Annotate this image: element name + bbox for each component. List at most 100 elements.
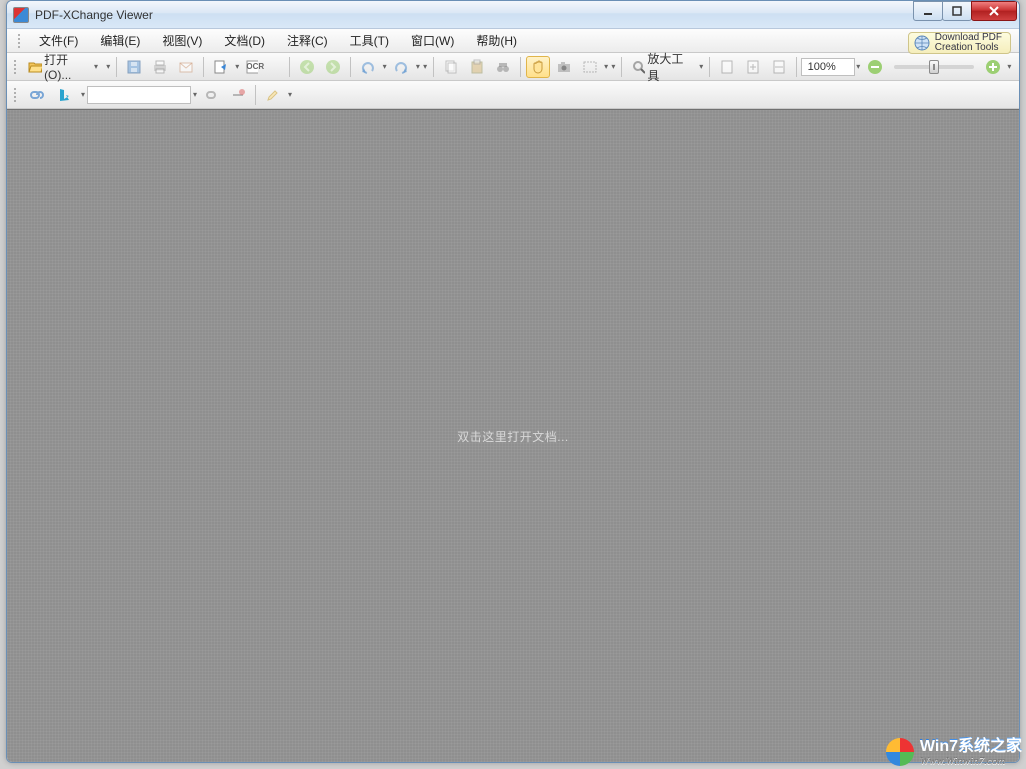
page-fit-icon [746, 59, 760, 75]
zoom-out-icon [867, 59, 883, 75]
search-run-button[interactable] [200, 84, 224, 106]
separator [796, 57, 797, 77]
zoom-tool-label: 放大工具 [645, 50, 692, 84]
chevron-down-icon[interactable]: ▾ [105, 62, 112, 71]
window-title: PDF-XChange Viewer [35, 8, 153, 22]
globe-icon [913, 34, 931, 52]
separator [203, 57, 204, 77]
toolbar-grip[interactable] [13, 87, 17, 103]
title-bar[interactable]: PDF-XChange Viewer [7, 1, 1019, 29]
chevron-down-icon[interactable]: ▾ [381, 62, 388, 71]
minimize-icon [923, 6, 933, 16]
select-icon [582, 59, 598, 75]
chevron-down-icon[interactable]: ▾ [191, 90, 199, 99]
empty-placeholder: 双击这里打开文档... [457, 428, 569, 445]
zoom-out-button[interactable] [863, 56, 887, 78]
chevron-down-icon[interactable]: ▾ [610, 62, 617, 71]
separator [255, 85, 256, 105]
link-remove-icon [230, 88, 246, 102]
nav-back-button[interactable] [295, 56, 319, 78]
chevron-down-icon[interactable]: ▾ [698, 62, 705, 71]
save-icon [126, 59, 142, 75]
page-width-icon [772, 59, 786, 75]
hand-icon [530, 59, 546, 75]
slider-thumb[interactable] [929, 60, 939, 74]
open-label: 打开(O)... [42, 51, 92, 82]
menu-bar: 文件(F) 编辑(E) 视图(V) 文档(D) 注释(C) 工具(T) 窗口(W… [7, 29, 1019, 53]
menu-view[interactable]: 视图(V) [152, 29, 212, 52]
export-button[interactable] [209, 56, 233, 78]
chevron-down-icon[interactable]: ▾ [603, 62, 610, 71]
zoom-slider[interactable] [894, 65, 974, 69]
separator [621, 57, 622, 77]
fit-page-button[interactable] [741, 56, 765, 78]
toolbar-main: 打开(O)... ▾ ▾ ▾ OCR ▾ ▾ ▾ ▾ ▾ [7, 53, 1019, 81]
paste-button[interactable] [465, 56, 489, 78]
menu-comment[interactable]: 注释(C) [277, 29, 338, 52]
link-tool-button[interactable] [24, 84, 50, 106]
menu-window[interactable]: 窗口(W) [401, 29, 464, 52]
chevron-down-icon[interactable]: ▾ [1006, 62, 1013, 71]
select-button[interactable] [578, 56, 602, 78]
highlighter-icon [265, 87, 281, 103]
zoom-input[interactable] [801, 58, 855, 76]
toolbar-grip[interactable] [17, 33, 21, 49]
redo-button[interactable] [389, 56, 413, 78]
ocr-button[interactable]: OCR [242, 56, 284, 78]
chevron-down-icon[interactable]: ▾ [421, 62, 428, 71]
copy-button[interactable] [439, 56, 463, 78]
snapshot-button[interactable] [552, 56, 576, 78]
search-provider-button[interactable] [52, 84, 78, 106]
separator [709, 57, 710, 77]
chevron-down-icon[interactable]: ▾ [286, 90, 294, 99]
close-button[interactable] [971, 1, 1017, 21]
chevron-down-icon[interactable]: ▾ [855, 62, 862, 71]
save-button[interactable] [122, 56, 146, 78]
arrow-right-icon [325, 59, 341, 75]
highlight-button[interactable] [261, 84, 285, 106]
menu-help[interactable]: 帮助(H) [466, 29, 527, 52]
print-button[interactable] [148, 56, 172, 78]
link-go-icon [204, 88, 220, 102]
actual-size-button[interactable] [715, 56, 739, 78]
link-icon [28, 88, 46, 102]
download-badge-text: Download PDF Creation Tools [935, 33, 1002, 54]
open-button[interactable]: 打开(O)... ▾ [24, 56, 104, 78]
minimize-button[interactable] [913, 1, 943, 21]
separator [116, 57, 117, 77]
chevron-down-icon[interactable]: ▾ [414, 62, 421, 71]
menu-document[interactable]: 文档(D) [214, 29, 275, 52]
nav-forward-button[interactable] [321, 56, 345, 78]
menu-tools[interactable]: 工具(T) [340, 29, 399, 52]
menu-file[interactable]: 文件(F) [29, 29, 88, 52]
export-icon [213, 59, 229, 75]
download-pdf-badge[interactable]: Download PDF Creation Tools [908, 32, 1011, 54]
copy-icon [443, 59, 459, 75]
page-actual-icon [720, 59, 734, 75]
app-window: PDF-XChange Viewer 文件(F) 编辑(E) 视图(V) 文档(… [6, 0, 1020, 763]
maximize-button[interactable] [942, 1, 972, 21]
toolbar-secondary: ▾ ▾ ▾ [7, 81, 1019, 109]
email-button[interactable] [174, 56, 198, 78]
undo-button[interactable] [356, 56, 380, 78]
window-controls [914, 1, 1017, 21]
search-input[interactable] [87, 86, 191, 104]
hand-tool-button[interactable] [526, 56, 550, 78]
separator [433, 57, 434, 77]
mail-icon [178, 59, 194, 75]
folder-open-icon [28, 59, 42, 75]
search-clear-button[interactable] [226, 84, 250, 106]
document-area[interactable]: 双击这里打开文档... [7, 109, 1019, 762]
zoom-in-button[interactable] [981, 56, 1005, 78]
chevron-down-icon[interactable]: ▾ [234, 62, 241, 71]
arrow-left-icon [299, 59, 315, 75]
find-button[interactable] [491, 56, 515, 78]
fit-width-button[interactable] [767, 56, 791, 78]
chevron-down-icon[interactable]: ▾ [92, 62, 99, 71]
chevron-down-icon[interactable]: ▾ [79, 90, 87, 99]
ocr-label: OCR [244, 62, 266, 71]
toolbar-grip[interactable] [13, 59, 17, 75]
zoom-tool-button[interactable]: 放大工具 [627, 56, 697, 78]
close-icon [988, 6, 1000, 16]
menu-edit[interactable]: 编辑(E) [90, 29, 150, 52]
